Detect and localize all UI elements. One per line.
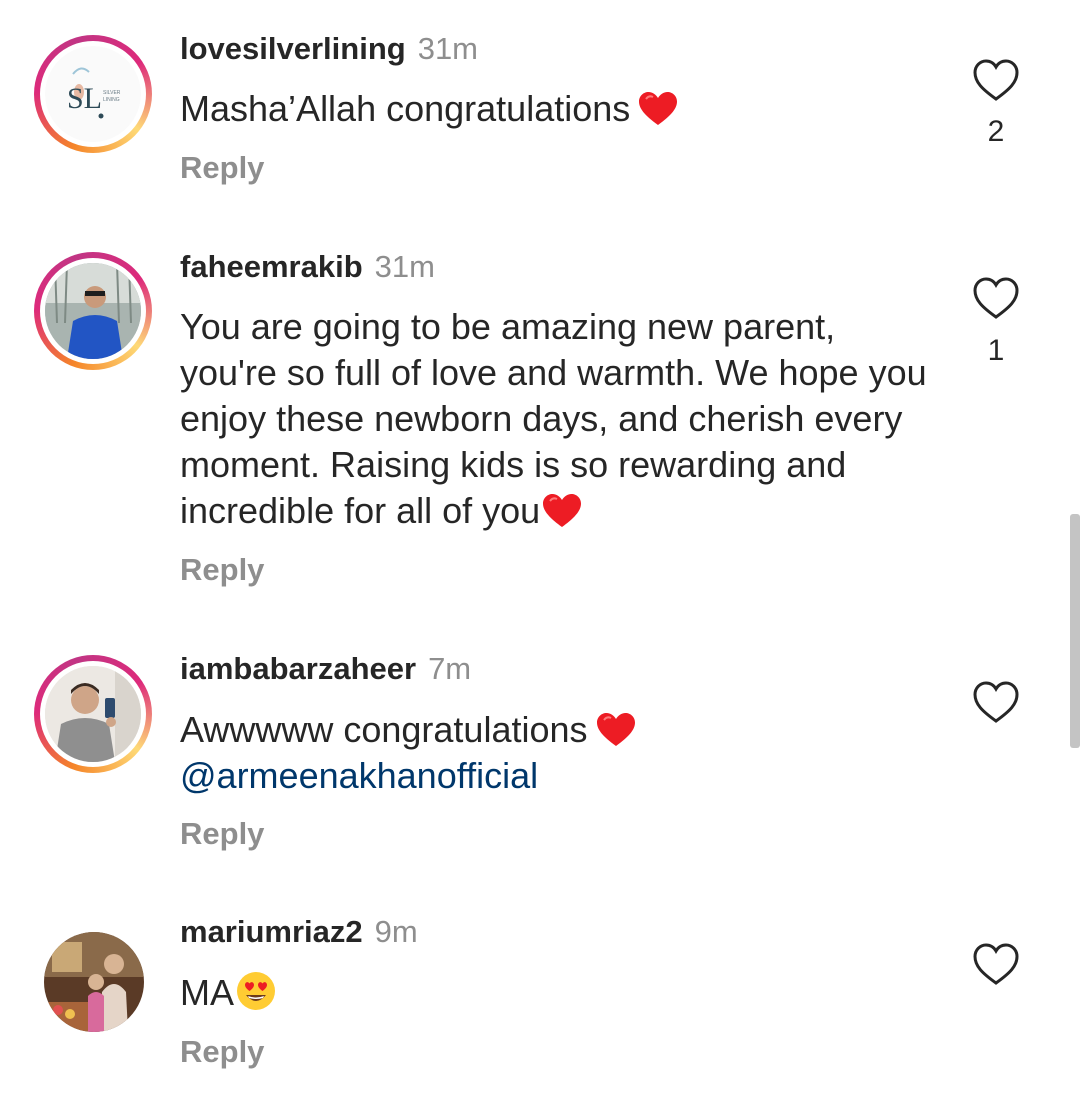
heart-outline-icon[interactable] [972, 942, 1020, 986]
username[interactable]: mariumriaz2 [180, 914, 363, 949]
comment-body: MA [180, 972, 234, 1013]
comment-text: Awwwww congratulations @armeenakhanoffic… [180, 707, 950, 799]
reply-button[interactable]: Reply [180, 552, 264, 588]
mention-link[interactable]: @armeenakhanofficial [180, 755, 538, 796]
timestamp: 9m [374, 914, 418, 949]
comment-header: mariumriaz2 9m [180, 914, 418, 950]
heart-eyes-emoji [237, 972, 275, 1010]
comment-text: MA [180, 970, 950, 1016]
red-heart-emoji [543, 494, 582, 527]
heart-outline-icon[interactable] [972, 680, 1020, 724]
heart-outline-icon[interactable] [972, 58, 1020, 102]
username[interactable]: lovesilverlining [180, 31, 406, 66]
like-count: 1 [987, 334, 1005, 367]
avatar[interactable] [34, 252, 152, 370]
silver-lining-logo: SL SILVER LINING [45, 46, 141, 142]
timestamp: 31m [374, 249, 435, 284]
avatar[interactable] [44, 932, 144, 1032]
like-count: 2 [987, 115, 1005, 148]
comment-body: Awwwww congratulations [180, 709, 588, 750]
profile-photo [44, 932, 144, 1032]
reply-button[interactable]: Reply [180, 1034, 264, 1070]
avatar[interactable]: SL SILVER LINING [34, 35, 152, 153]
profile-photo [45, 666, 141, 762]
comment-text: You are going to be amazing new parent, … [180, 304, 940, 534]
comment-header: lovesilverlining 31m [180, 31, 478, 67]
heart-outline-icon[interactable] [972, 276, 1020, 320]
comment-header: iambabarzaheer 7m [180, 651, 471, 687]
avatar[interactable] [34, 655, 152, 773]
scrollbar[interactable] [1070, 514, 1080, 748]
reply-button[interactable]: Reply [180, 816, 264, 852]
profile-photo [45, 263, 141, 359]
timestamp: 7m [428, 651, 472, 686]
username[interactable]: faheemrakib [180, 249, 363, 284]
timestamp: 31m [417, 31, 479, 66]
reply-button[interactable]: Reply [180, 150, 264, 186]
comment-body: Masha’Allah congratulations [180, 88, 631, 129]
logo-mark: SL [67, 82, 102, 115]
comment-header: faheemrakib 31m [180, 249, 435, 285]
comment-text: Masha’Allah congratulations [180, 86, 950, 132]
username[interactable]: iambabarzaheer [180, 651, 416, 686]
svg-text:LINING: LINING [103, 97, 120, 103]
red-heart-emoji [639, 92, 678, 125]
red-heart-emoji [596, 713, 635, 746]
svg-text:SILVER: SILVER [103, 90, 121, 96]
